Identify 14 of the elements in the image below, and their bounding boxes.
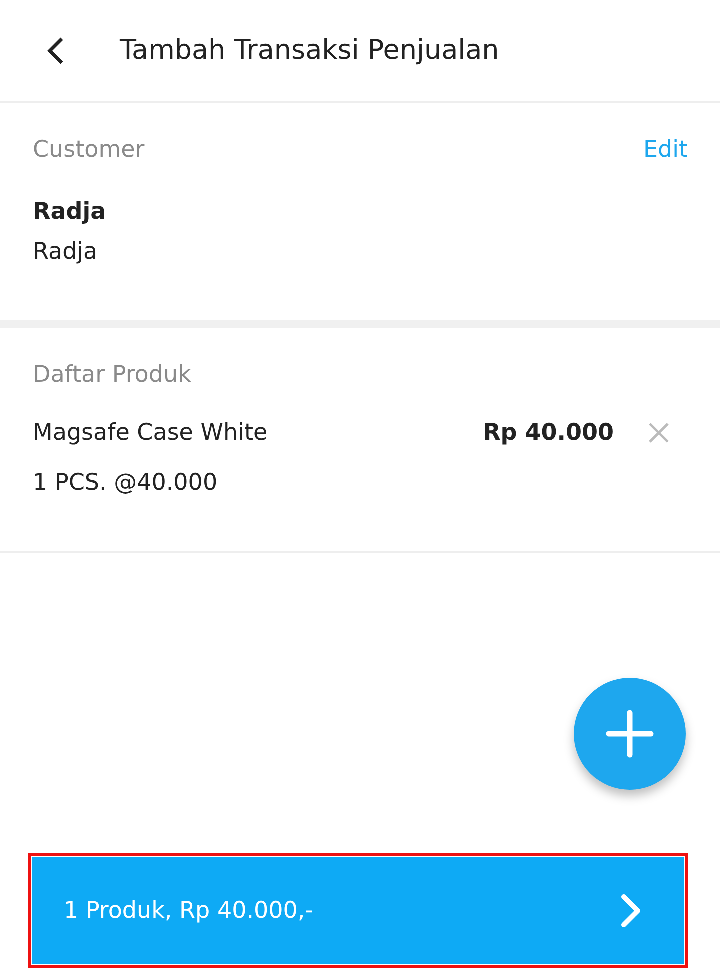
customer-name: Radja — [33, 199, 108, 225]
product-name: Magsafe Case White — [33, 420, 269, 446]
edit-link[interactable]: Edit — [643, 137, 688, 163]
chevron-icon — [620, 892, 642, 928]
close-icon[interactable] — [648, 422, 670, 444]
section-label: Daftar Produk — [33, 362, 192, 388]
checkout-button[interactable]: 1 Produk, Rp 40.000,- — [32, 857, 684, 964]
back-button[interactable] — [46, 36, 66, 66]
customer-detail: Radja — [33, 239, 99, 265]
product-price: Rp 40.000 — [483, 420, 614, 446]
section-label: Customer — [33, 137, 145, 163]
plus-icon — [606, 710, 654, 758]
screen-title: Tambah Transaksi Penjualan — [120, 35, 500, 66]
product-quantity: 1 PCS. @40.000 — [33, 470, 219, 496]
